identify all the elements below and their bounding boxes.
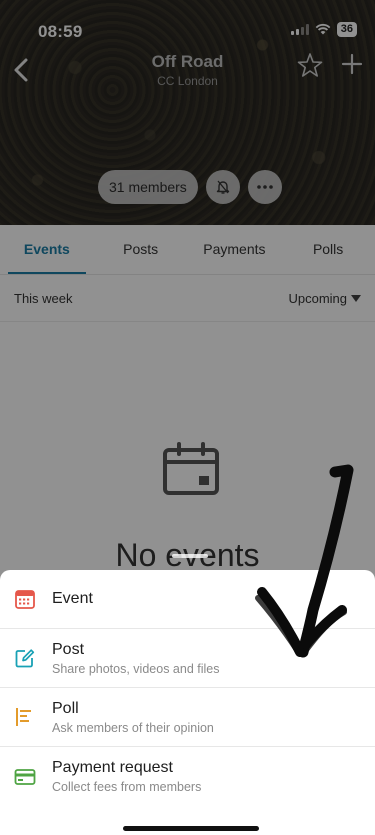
plus-icon bbox=[341, 53, 363, 75]
bell-icon bbox=[216, 180, 230, 194]
sort-label: Upcoming bbox=[288, 291, 347, 306]
star-icon bbox=[297, 53, 323, 77]
filter-row: This week Upcoming bbox=[0, 276, 375, 322]
sheet-handle[interactable] bbox=[172, 554, 208, 558]
tab-posts[interactable]: Posts bbox=[94, 225, 188, 274]
card-icon bbox=[14, 768, 36, 785]
group-nav-bar: Off Road CC London bbox=[0, 52, 375, 91]
sheet-item-title: Poll bbox=[52, 700, 79, 717]
period-label: This week bbox=[14, 291, 73, 306]
content-tabs: Events Posts Payments Polls bbox=[0, 225, 375, 275]
group-actions: 31 members bbox=[98, 170, 282, 204]
sheet-item-subtitle: Ask members of their opinion bbox=[52, 721, 214, 735]
sheet-item-poll[interactable]: Poll Ask members of their opinion bbox=[0, 688, 375, 747]
status-icons: 36 bbox=[290, 22, 357, 37]
tab-payments[interactable]: Payments bbox=[188, 225, 282, 274]
sheet-item-subtitle: Share photos, videos and files bbox=[52, 662, 220, 676]
status-time: 08:59 bbox=[38, 22, 83, 41]
edit-icon bbox=[15, 649, 35, 668]
tab-events[interactable]: Events bbox=[0, 225, 94, 274]
tab-polls[interactable]: Polls bbox=[281, 225, 375, 274]
sheet-item-event[interactable]: Event bbox=[0, 570, 375, 629]
sheet-item-subtitle: Collect fees from members bbox=[52, 780, 202, 794]
sheet-item-payment-request[interactable]: Payment request Collect fees from member… bbox=[0, 747, 375, 806]
notifications-button[interactable] bbox=[205, 170, 240, 204]
calendar-icon bbox=[15, 590, 35, 609]
caret-down-icon bbox=[351, 295, 361, 302]
sort-dropdown[interactable]: Upcoming bbox=[288, 291, 361, 306]
favourite-button[interactable] bbox=[297, 52, 323, 84]
more-icon bbox=[257, 185, 273, 189]
create-action-sheet: Event Post Share photos, videos and file… bbox=[0, 554, 375, 835]
poll-icon bbox=[16, 708, 31, 726]
home-indicator[interactable] bbox=[123, 826, 259, 831]
signal-icon bbox=[290, 24, 309, 35]
members-button[interactable]: 31 members bbox=[98, 170, 198, 204]
sheet-item-title: Event bbox=[52, 590, 93, 607]
wifi-icon bbox=[315, 23, 331, 37]
battery-indicator: 36 bbox=[336, 22, 357, 37]
sheet-item-title: Payment request bbox=[52, 759, 173, 776]
calendar-icon bbox=[163, 442, 219, 495]
sheet-item-title: Post bbox=[52, 641, 85, 658]
more-options-button[interactable] bbox=[247, 170, 282, 204]
sheet-item-post[interactable]: Post Share photos, videos and files bbox=[0, 629, 375, 688]
add-button[interactable] bbox=[341, 51, 363, 81]
